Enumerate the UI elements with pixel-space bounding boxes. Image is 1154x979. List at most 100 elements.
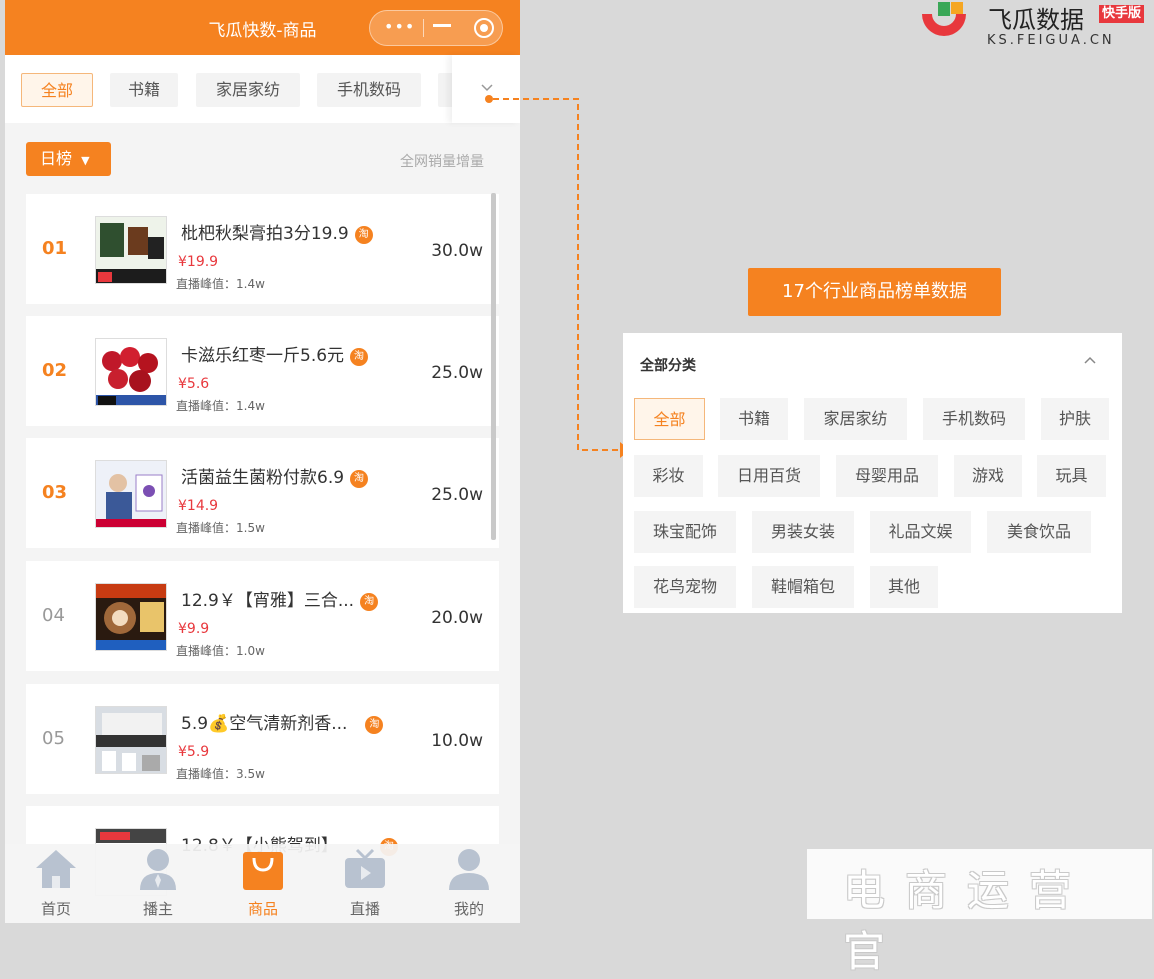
product-price: ¥5.6 xyxy=(178,376,210,392)
chip-books[interactable]: 书籍 xyxy=(720,398,788,440)
nav-live[interactable]: 直播 xyxy=(325,844,405,923)
bottom-nav: 首页 播主 商品 直播 我的 xyxy=(5,844,520,923)
logo-url: KS.FEIGUA.CN xyxy=(987,33,1115,48)
product-card[interactable]: 05 5.9💰空气清新剂香... 淘 ¥5.9 直播峰值：3.5w 10.0w xyxy=(26,684,499,794)
nav-anchor[interactable]: 播主 xyxy=(118,844,198,923)
shopping-bag-icon xyxy=(243,852,283,890)
chip-digital[interactable]: 手机数码 xyxy=(923,398,1025,440)
rank-number: 05 xyxy=(42,728,65,749)
sales-value: 20.0w xyxy=(431,608,483,628)
nav-live-label: 直播 xyxy=(349,900,380,918)
rank-number: 03 xyxy=(42,482,68,503)
product-thumbnail xyxy=(95,216,167,284)
chip-food[interactable]: 美食饮品 xyxy=(987,511,1091,553)
logo-badge: 快手版 xyxy=(1099,5,1145,23)
product-name: 枇杷秋梨膏拍3分19.9 淘 xyxy=(181,219,373,244)
live-peak: 直播峰值：1.0w xyxy=(176,644,265,658)
product-card[interactable]: 03 活菌益生菌粉付款6.9 淘 ¥14.9 直播峰值：1.5w 25.0w xyxy=(26,438,499,548)
chip-daily[interactable]: 日用百货 xyxy=(718,455,820,497)
category-tabs: 全部 书籍 家居家纺 手机数码 xyxy=(5,55,520,123)
chip-home[interactable]: 家居家纺 xyxy=(804,398,907,440)
sales-value: 25.0w xyxy=(431,363,483,383)
chip-games[interactable]: 游戏 xyxy=(954,455,1022,497)
nav-anchor-label: 播主 xyxy=(142,900,173,918)
nav-products[interactable]: 商品 xyxy=(223,844,303,923)
rank-number: 01 xyxy=(42,238,68,259)
tab-home[interactable]: 家居家纺 xyxy=(196,73,300,107)
daily-rank-dropdown[interactable]: 日榜 ▼ xyxy=(26,142,111,176)
close-icon[interactable] xyxy=(474,18,494,38)
rank-number: 04 xyxy=(42,605,65,626)
anchor-icon xyxy=(140,849,176,890)
product-price: ¥19.9 xyxy=(178,254,219,270)
product-card[interactable]: 04 12.9￥【宵雅】三合... 淘 ¥9.9 直播峰值：1.0w 20.0w xyxy=(26,561,499,671)
watermark-text: 电商运营官 xyxy=(843,866,1092,976)
live-peak: 直播峰值：1.5w xyxy=(176,521,265,535)
daily-rank-label: 日榜 xyxy=(40,149,73,168)
chip-toys[interactable]: 玩具 xyxy=(1037,455,1106,497)
chip-skincare[interactable]: 护肤 xyxy=(1041,398,1109,440)
category-panel: 全部分类 全部 书籍 家居家纺 手机数码 护肤 彩妆 日用百货 母婴用品 游戏 … xyxy=(623,333,1122,613)
product-card[interactable]: 02 卡滋乐红枣一斤5.6元淘 ¥5.6 直播峰值：1.4w 25.0w xyxy=(26,316,499,426)
nav-me[interactable]: 我的 xyxy=(429,844,509,923)
minimize-icon[interactable] xyxy=(433,24,451,27)
chip-other[interactable]: 其他 xyxy=(870,566,938,608)
product-name: 活菌益生菌粉付款6.9 淘 xyxy=(181,463,369,488)
feigua-logo-icon xyxy=(922,2,966,36)
tv-icon xyxy=(345,848,385,888)
live-peak: 直播峰值：1.4w xyxy=(176,277,265,291)
chip-clothing[interactable]: 男装女装 xyxy=(752,511,854,553)
product-name: 卡滋乐红枣一斤5.6元淘 xyxy=(181,341,369,366)
home-icon xyxy=(36,850,76,888)
chip-gifts[interactable]: 礼品文娱 xyxy=(870,511,971,553)
taobao-icon: 淘 xyxy=(350,348,369,366)
product-name: 5.9💰空气清新剂香... 淘 xyxy=(181,709,384,734)
sales-value: 10.0w xyxy=(431,731,483,751)
caret-down-icon: ▼ xyxy=(81,154,90,167)
tab-all[interactable]: 全部 xyxy=(21,73,93,107)
taobao-icon: 淘 xyxy=(354,226,373,244)
more-icon[interactable]: ••• xyxy=(384,17,415,36)
capsule-divider xyxy=(423,19,424,37)
live-peak: 直播峰值：1.4w xyxy=(176,399,265,413)
expand-categories-button[interactable] xyxy=(452,55,520,123)
chip-jewelry[interactable]: 珠宝配饰 xyxy=(634,511,736,553)
product-name: 12.9￥【宵雅】三合... 淘 xyxy=(181,586,379,611)
panel-header: 全部分类 xyxy=(640,358,696,374)
sales-value: 30.0w xyxy=(431,241,483,261)
product-price: ¥14.9 xyxy=(178,498,219,514)
live-peak: 直播峰值：3.5w xyxy=(176,767,265,781)
chevron-up-icon[interactable] xyxy=(1083,353,1097,367)
product-price: ¥9.9 xyxy=(178,621,210,637)
logo-brand: 飞瓜数据 xyxy=(988,6,1084,34)
product-thumbnail xyxy=(95,338,167,406)
chip-bags[interactable]: 鞋帽箱包 xyxy=(752,566,854,608)
chip-pets[interactable]: 花鸟宠物 xyxy=(634,566,736,608)
product-price: ¥5.9 xyxy=(178,744,210,760)
nav-products-label: 商品 xyxy=(247,900,278,918)
sales-value: 25.0w xyxy=(431,485,483,505)
title-bar: 飞瓜快数-商品 ••• xyxy=(5,0,520,55)
chip-makeup[interactable]: 彩妆 xyxy=(634,455,703,497)
taobao-icon: 淘 xyxy=(350,470,369,488)
watermark: 电商运营官 xyxy=(807,849,1152,976)
tab-books[interactable]: 书籍 xyxy=(110,73,178,107)
taobao-icon: 淘 xyxy=(365,716,384,734)
nav-me-label: 我的 xyxy=(453,900,484,918)
nav-home[interactable]: 首页 xyxy=(16,844,96,923)
rank-number: 02 xyxy=(42,360,68,381)
nav-home-label: 首页 xyxy=(40,900,71,918)
list-scrollbar[interactable] xyxy=(491,193,496,540)
callout-label: 17个行业商品榜单数据 xyxy=(748,268,1001,316)
chip-baby[interactable]: 母婴用品 xyxy=(836,455,938,497)
tab-digital[interactable]: 手机数码 xyxy=(317,73,421,107)
taobao-icon: 淘 xyxy=(360,593,379,611)
phone-screen: 飞瓜快数-商品 ••• 全部 书籍 家居家纺 手机数码 日榜 ▼ 全网销量增量 … xyxy=(5,0,520,923)
product-thumbnail xyxy=(95,583,167,651)
chevron-down-icon xyxy=(481,84,493,92)
sort-hint: 全网销量增量 xyxy=(400,154,484,170)
mini-program-capsule: ••• xyxy=(369,10,503,46)
product-card[interactable]: 01 枇杷秋梨膏拍3分19.9 淘 ¥19.9 直播峰值：1.4w 30.0w xyxy=(26,194,499,304)
product-thumbnail xyxy=(95,706,167,774)
chip-all[interactable]: 全部 xyxy=(634,398,705,440)
